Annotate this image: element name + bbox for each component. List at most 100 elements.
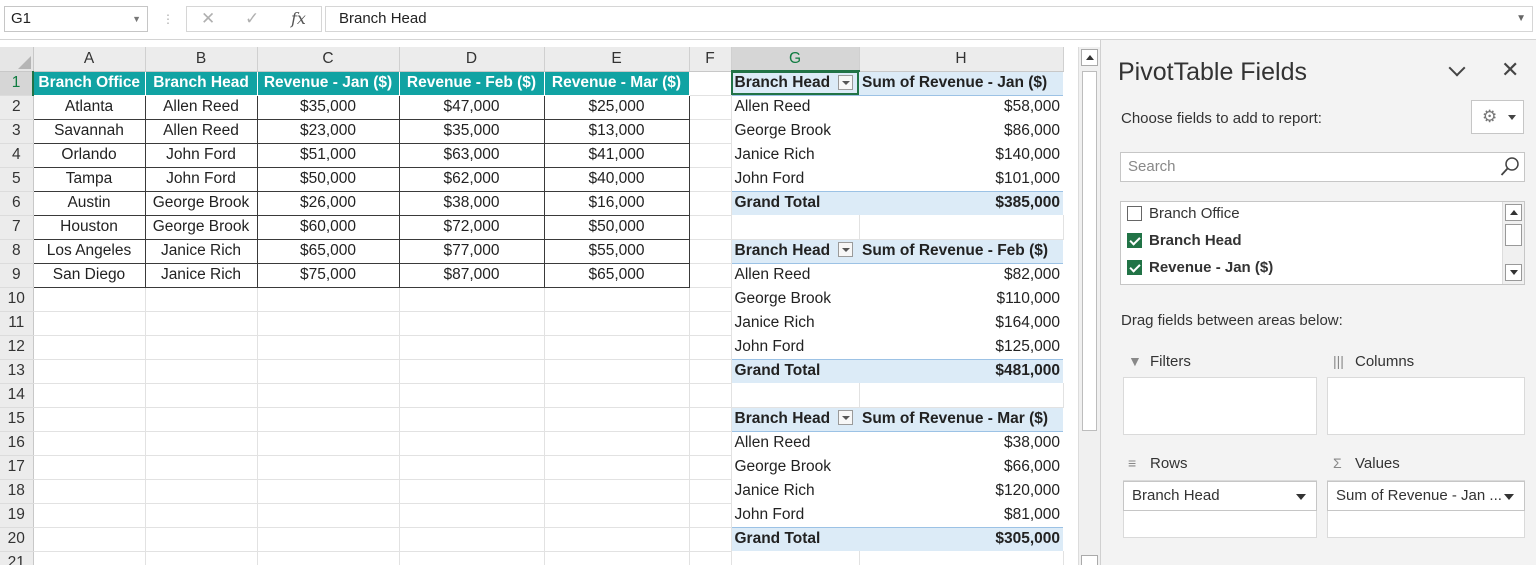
columns-drop-area[interactable] <box>1327 377 1525 435</box>
empty-cell[interactable] <box>544 503 690 528</box>
empty-cell[interactable] <box>257 479 400 504</box>
empty-cell[interactable] <box>689 359 732 384</box>
select-all-corner[interactable] <box>0 47 34 72</box>
pivot-grand-total-value[interactable]: $385,000 <box>859 190 1063 215</box>
source-data-cell[interactable]: $65,000 <box>256 238 400 264</box>
empty-cell[interactable] <box>145 527 258 552</box>
source-data-cell[interactable]: Tampa <box>32 166 146 192</box>
source-data-cell[interactable]: $13,000 <box>543 118 690 144</box>
source-data-cell[interactable]: George Brook <box>144 190 258 216</box>
empty-cell[interactable] <box>399 311 545 336</box>
pivot-grand-total-label[interactable]: Grand Total <box>731 526 859 551</box>
empty-cell[interactable] <box>145 407 258 432</box>
empty-cell[interactable] <box>731 215 860 240</box>
source-data-cell[interactable]: $25,000 <box>543 94 690 120</box>
pivot-value-cell[interactable]: $164,000 <box>859 311 1063 335</box>
empty-cell[interactable] <box>399 335 545 360</box>
empty-cell[interactable] <box>399 455 545 480</box>
empty-cell[interactable] <box>145 287 258 312</box>
empty-cell[interactable] <box>257 359 400 384</box>
empty-cell[interactable] <box>257 287 400 312</box>
source-data-cell[interactable]: $75,000 <box>256 262 400 288</box>
source-data-cell[interactable]: Los Angeles <box>32 238 146 264</box>
empty-cell[interactable] <box>257 455 400 480</box>
row-header-4[interactable]: 4 <box>0 143 34 168</box>
field-checkbox[interactable] <box>1127 232 1142 248</box>
source-data-cell[interactable]: Janice Rich <box>144 238 258 264</box>
empty-cell[interactable] <box>544 431 690 456</box>
empty-cell[interactable] <box>544 383 690 408</box>
source-header-cell[interactable]: Revenue - Mar ($) <box>543 70 690 96</box>
empty-cell[interactable] <box>689 455 732 480</box>
empty-cell[interactable] <box>859 551 1064 565</box>
source-data-cell[interactable]: $35,000 <box>256 94 400 120</box>
pivot-row-label-cell[interactable]: John Ford <box>731 335 859 359</box>
empty-cell[interactable] <box>33 311 146 336</box>
source-data-cell[interactable]: $23,000 <box>256 118 400 144</box>
pivot-value-cell[interactable]: $38,000 <box>859 431 1063 455</box>
row-header-18[interactable]: 18 <box>0 479 34 504</box>
source-data-cell[interactable]: $63,000 <box>398 142 545 168</box>
field-list-scroll-up-icon[interactable] <box>1505 204 1522 221</box>
column-header-d[interactable]: D <box>399 47 545 72</box>
empty-cell[interactable] <box>544 311 690 336</box>
pivot-value-header-cell[interactable]: Sum of Revenue - Mar ($) <box>859 407 1063 432</box>
expand-formula-bar-icon[interactable]: ▼ <box>1516 7 1526 31</box>
empty-cell[interactable] <box>731 551 860 565</box>
source-data-cell[interactable]: Allen Reed <box>144 118 258 144</box>
empty-cell[interactable] <box>399 287 545 312</box>
empty-cell[interactable] <box>33 479 146 504</box>
empty-cell[interactable] <box>399 527 545 552</box>
empty-cell[interactable] <box>689 119 732 144</box>
pivot-row-label-cell[interactable]: Janice Rich <box>731 311 859 335</box>
pivot-row-label-cell[interactable]: George Brook <box>731 287 859 311</box>
empty-cell[interactable] <box>544 407 690 432</box>
pivot-value-header-cell[interactable]: Sum of Revenue - Jan ($) <box>859 71 1063 96</box>
field-settings-button[interactable]: ⚙ <box>1471 100 1524 134</box>
empty-cell[interactable] <box>544 551 690 565</box>
pane-options-chevron-icon[interactable] <box>1451 62 1463 74</box>
row-header-13[interactable]: 13 <box>0 359 34 384</box>
field-list-scrollbar[interactable] <box>1502 202 1524 284</box>
source-data-cell[interactable]: $40,000 <box>543 166 690 192</box>
empty-cell[interactable] <box>33 383 146 408</box>
source-data-cell[interactable]: Austin <box>32 190 146 216</box>
search-field[interactable]: Search <box>1120 152 1525 182</box>
source-data-cell[interactable]: Atlanta <box>32 94 146 120</box>
empty-cell[interactable] <box>399 431 545 456</box>
row-header-1[interactable]: 1 <box>0 71 34 96</box>
source-data-cell[interactable]: $65,000 <box>543 262 690 288</box>
column-header-h[interactable]: H <box>859 47 1064 72</box>
empty-cell[interactable] <box>689 215 732 240</box>
empty-cell[interactable] <box>33 455 146 480</box>
empty-cell[interactable] <box>689 191 732 216</box>
source-data-cell[interactable]: $87,000 <box>398 262 545 288</box>
empty-cell[interactable] <box>689 71 732 96</box>
empty-cell[interactable] <box>145 383 258 408</box>
pivot-row-label-cell[interactable]: John Ford <box>731 503 859 527</box>
values-field-dropdown[interactable]: Sum of Revenue - Jan ... <box>1327 481 1525 511</box>
empty-cell[interactable] <box>145 551 258 565</box>
empty-cell[interactable] <box>689 431 732 456</box>
empty-cell[interactable] <box>689 551 732 565</box>
source-data-cell[interactable]: $47,000 <box>398 94 545 120</box>
column-header-f[interactable]: F <box>689 47 732 72</box>
vertical-scrollbar[interactable] <box>1078 47 1100 565</box>
worksheet-grid[interactable]: ABCDEFGH 1 Branch Office Branch Head Revenu… <box>0 47 1074 565</box>
pivot-value-cell[interactable]: $125,000 <box>859 335 1063 359</box>
source-data-cell[interactable]: San Diego <box>32 262 146 288</box>
empty-cell[interactable] <box>257 527 400 552</box>
pivot-row-label-cell[interactable]: Janice Rich <box>731 143 859 167</box>
row-header-17[interactable]: 17 <box>0 455 34 480</box>
pivot-value-cell[interactable]: $120,000 <box>859 479 1063 503</box>
empty-cell[interactable] <box>257 551 400 565</box>
empty-cell[interactable] <box>257 383 400 408</box>
empty-cell[interactable] <box>257 407 400 432</box>
empty-cell[interactable] <box>544 479 690 504</box>
pivot-value-cell[interactable]: $110,000 <box>859 287 1063 311</box>
name-box[interactable]: G1 ▼ <box>4 6 148 32</box>
empty-cell[interactable] <box>399 503 545 528</box>
source-data-cell[interactable]: $26,000 <box>256 190 400 216</box>
empty-cell[interactable] <box>33 335 146 360</box>
empty-cell[interactable] <box>145 335 258 360</box>
